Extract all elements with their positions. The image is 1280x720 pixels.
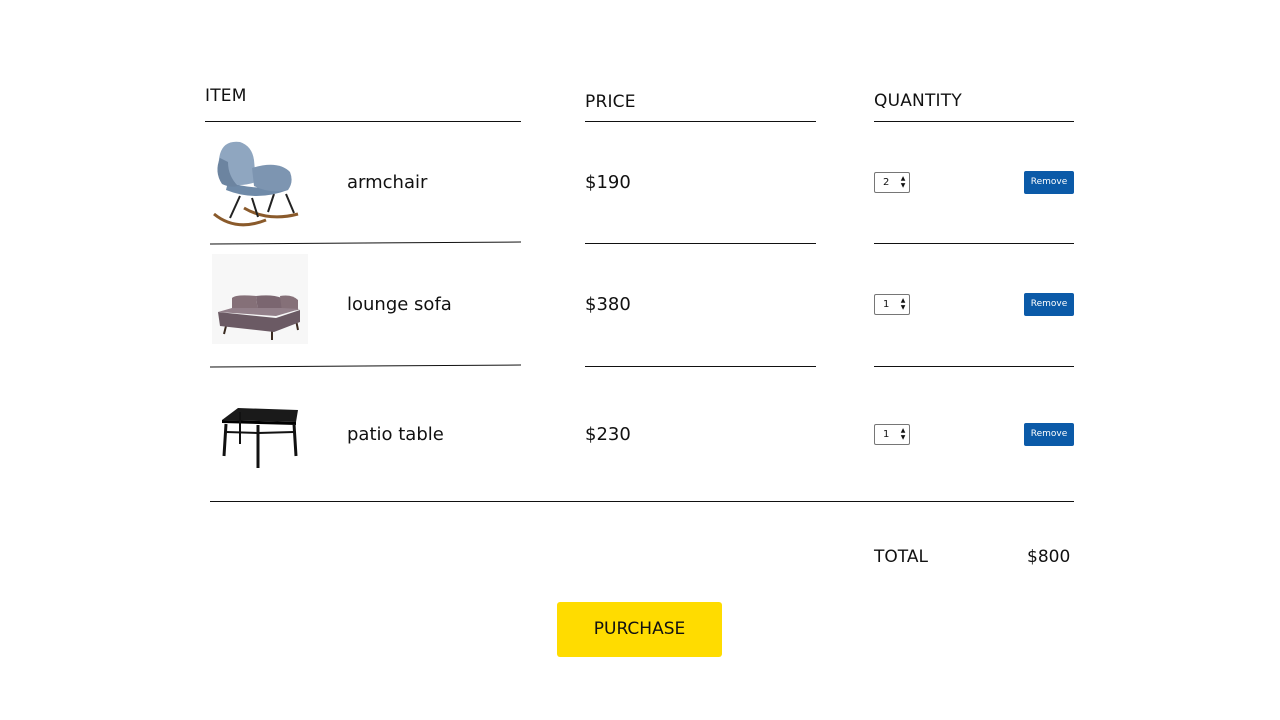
row-divider-quantity [874,243,1074,244]
quantity-stepper[interactable]: 2 ▲ ▼ [874,172,910,193]
increment-arrow-icon[interactable]: ▲ [900,297,906,304]
increment-arrow-icon[interactable]: ▲ [900,427,906,434]
item-name: lounge sofa [347,294,452,315]
decrement-arrow-icon[interactable]: ▼ [900,434,906,441]
row-divider-item [209,241,522,245]
item-price: $190 [585,172,631,193]
increment-arrow-icon[interactable]: ▲ [900,175,906,182]
quantity-value: 2 [883,177,890,188]
cart-page: ITEM PRICE QUANTITY armchair $190 2 ▲ ▼ … [0,0,1280,720]
row-divider-price [585,243,816,244]
purchase-button[interactable]: PURCHASE [557,602,722,657]
quantity-stepper[interactable]: 1 ▲ ▼ [874,424,910,445]
sofa-image [212,254,308,344]
total-label: TOTAL [874,547,928,567]
table-image [218,402,304,474]
remove-button[interactable]: Remove [1024,423,1074,446]
column-header-item: ITEM [205,86,247,106]
quantity-value: 1 [883,429,890,440]
item-price: $380 [585,294,631,315]
armchair-image [208,138,303,230]
item-price: $230 [585,424,631,445]
row-divider-price [585,366,816,367]
row-divider-item [209,364,522,368]
total-value: $800 [1027,547,1071,567]
stepper-arrows[interactable]: ▲ ▼ [900,427,906,442]
table-bottom-divider [210,501,1074,502]
remove-button[interactable]: Remove [1024,171,1074,194]
stepper-arrows[interactable]: ▲ ▼ [900,297,906,312]
item-name: patio table [347,424,444,445]
stepper-arrows[interactable]: ▲ ▼ [900,175,906,190]
quantity-value: 1 [883,299,890,310]
item-name: armchair [347,172,428,193]
remove-button[interactable]: Remove [1024,293,1074,316]
header-divider-item [205,121,521,122]
row-divider-quantity [874,366,1074,367]
column-header-quantity: QUANTITY [874,91,962,111]
decrement-arrow-icon[interactable]: ▼ [900,182,906,189]
column-header-price: PRICE [585,92,636,112]
decrement-arrow-icon[interactable]: ▼ [900,304,906,311]
header-divider-price [585,121,816,122]
header-divider-quantity [874,121,1074,122]
quantity-stepper[interactable]: 1 ▲ ▼ [874,294,910,315]
